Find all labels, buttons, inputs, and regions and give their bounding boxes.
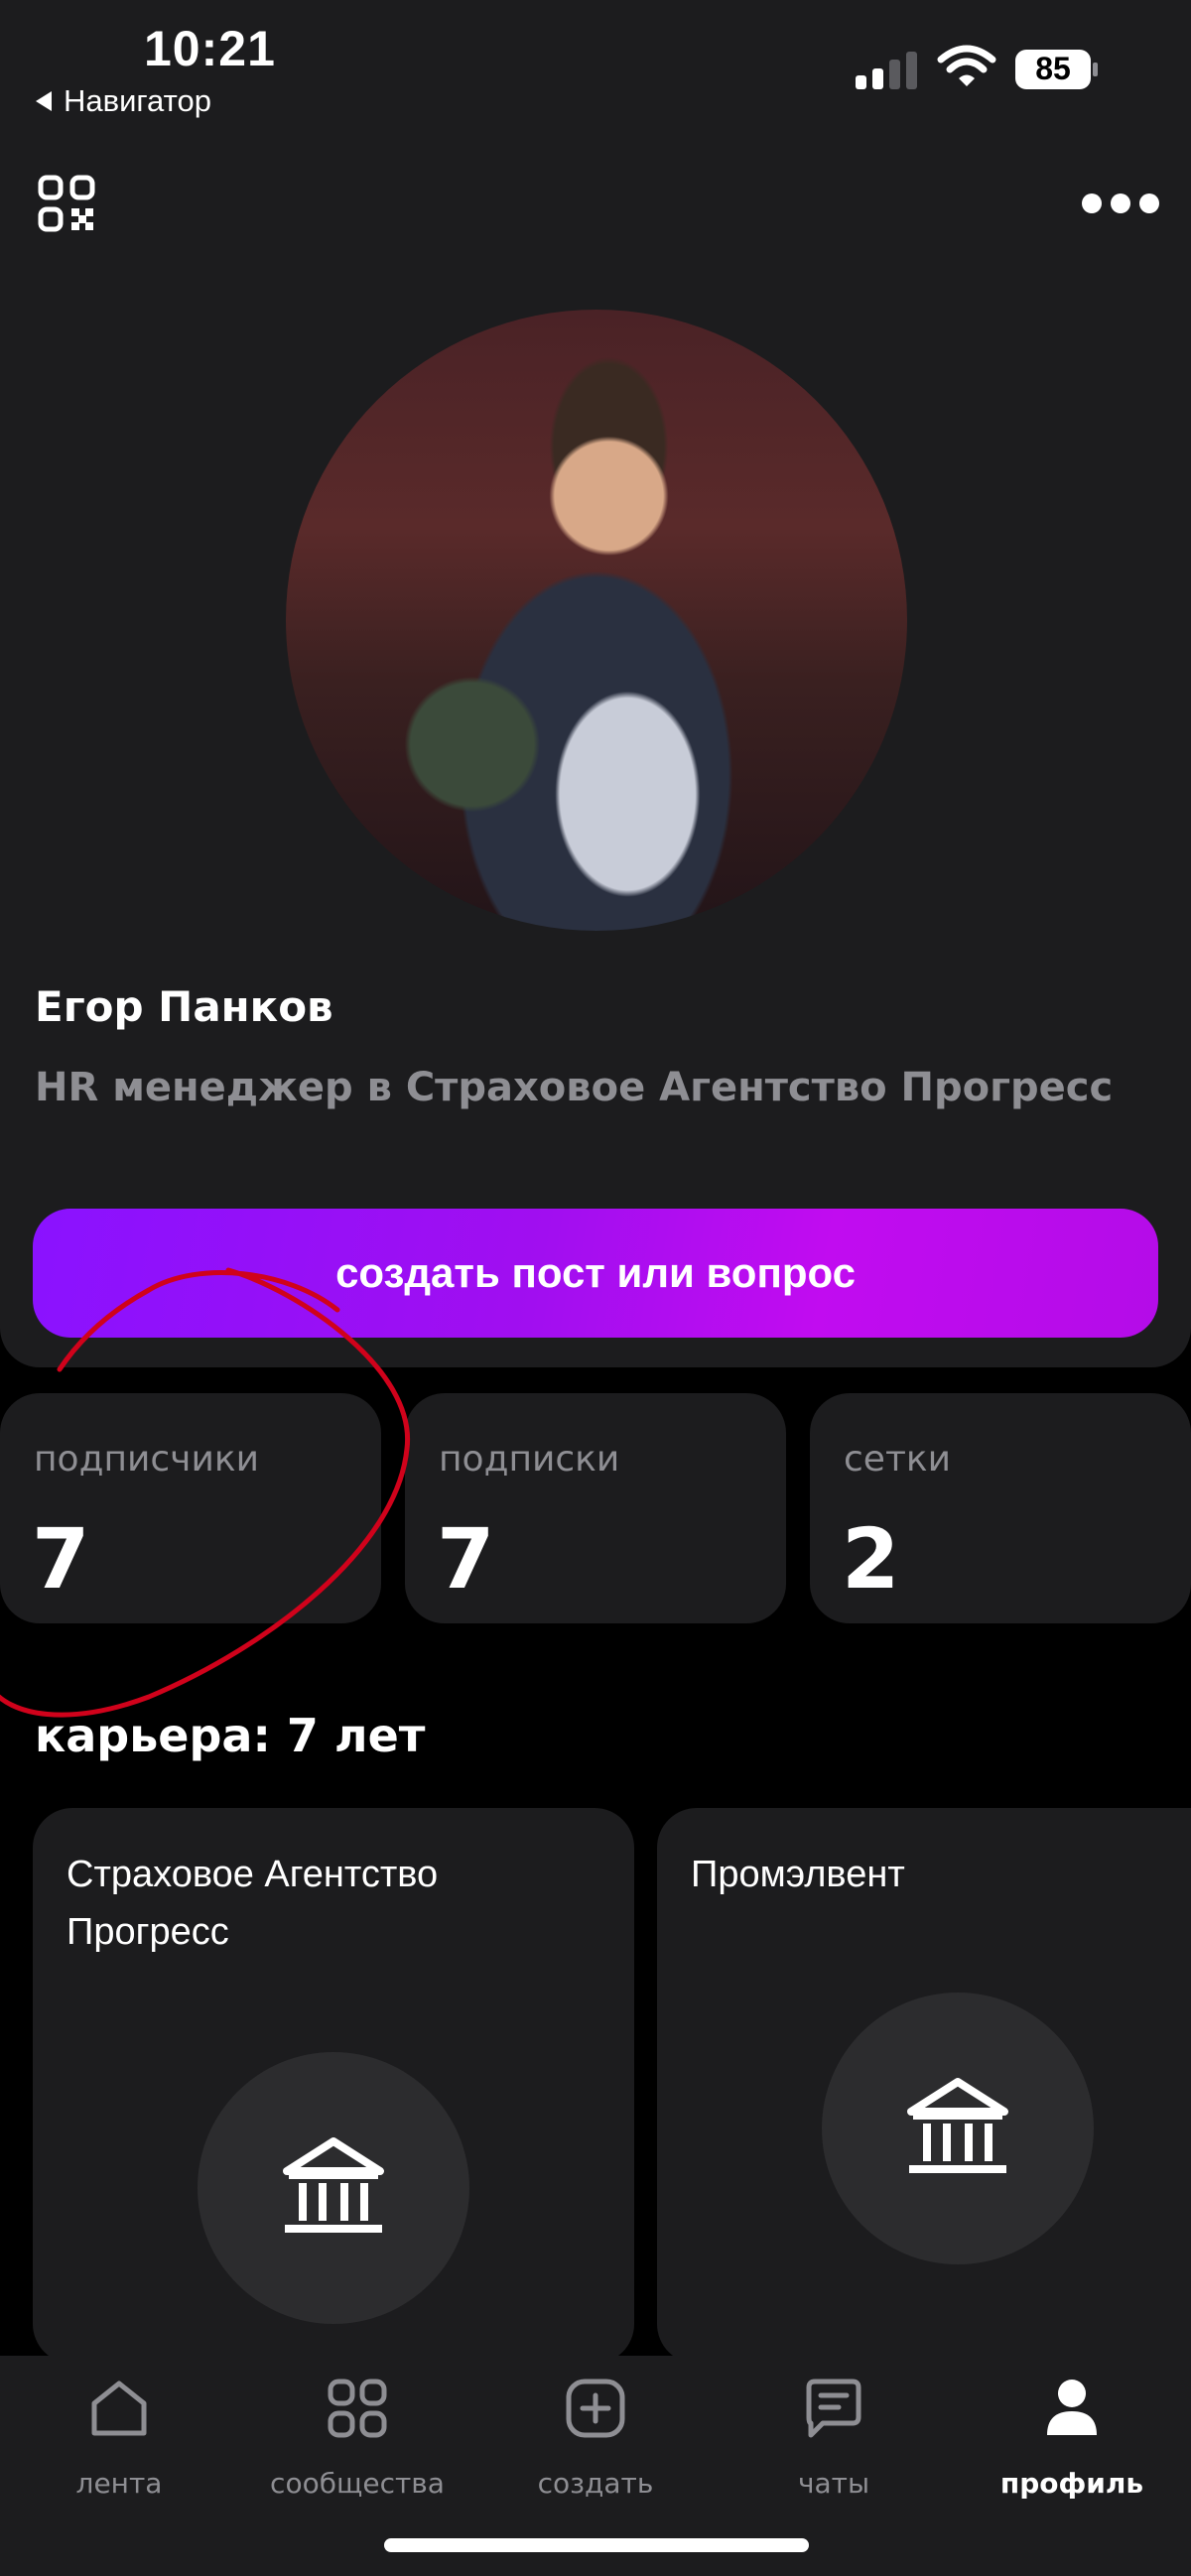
battery-icon: 85	[1014, 49, 1100, 90]
back-label: Навигатор	[64, 83, 211, 118]
wifi-icon	[937, 45, 996, 86]
status-time: 10:21	[144, 21, 276, 76]
career-title: карьера: 7 лет	[35, 1709, 426, 1762]
home-icon	[91, 2381, 147, 2436]
nav-item-chats[interactable]: чаты	[715, 2356, 953, 2505]
nav-label: создать	[537, 2467, 654, 2500]
stat-value: 2	[842, 1510, 900, 1608]
company-card[interactable]: Страховое Агентство Прогресс	[33, 1808, 634, 2364]
stat-value: 7	[437, 1510, 495, 1608]
grid-icon	[328, 2379, 387, 2438]
nav-item-create[interactable]: создать	[476, 2356, 715, 2505]
stat-label: подписки	[439, 1439, 620, 1480]
plus-square-icon	[566, 2379, 625, 2438]
stat-label: сетки	[844, 1439, 952, 1480]
user-position: HR менеджер в Страховое Агентство Прогре…	[35, 1065, 1114, 1110]
company-name: Страховое Агентство Прогресс	[66, 1854, 439, 1953]
bank-icon	[907, 2078, 1008, 2173]
nav-label: лента	[75, 2467, 163, 2500]
person-icon	[1047, 2380, 1097, 2435]
avatar[interactable]	[286, 310, 907, 931]
home-indicator[interactable]	[384, 2538, 809, 2552]
battery-level: 85	[1035, 51, 1071, 86]
qr-code-icon[interactable]	[38, 175, 95, 232]
more-options-icon[interactable]	[1082, 189, 1159, 218]
chat-icon	[806, 2379, 861, 2438]
nav-item-feed[interactable]: лента	[0, 2356, 238, 2505]
networks-stat[interactable]: сетки 2	[810, 1393, 1191, 1623]
stat-value: 7	[32, 1510, 90, 1608]
nav-item-profile[interactable]: профиль	[953, 2356, 1191, 2505]
cellular-signal-icon	[856, 50, 917, 89]
create-post-button[interactable]: создать пост или вопрос	[33, 1209, 1158, 1338]
company-name: Промэлвент	[691, 1854, 905, 1895]
followers-stat[interactable]: подписчики 7	[0, 1393, 381, 1623]
nav-label: профиль	[999, 2467, 1144, 2500]
user-name: Егор Панков	[35, 982, 333, 1031]
bank-icon	[283, 2137, 384, 2233]
nav-label: сообщества	[270, 2467, 445, 2500]
back-arrow-icon	[36, 91, 52, 111]
back-to-navigator-link[interactable]: Навигатор	[36, 83, 211, 119]
stat-label: подписчики	[34, 1439, 259, 1480]
nav-label: чаты	[797, 2467, 870, 2500]
following-stat[interactable]: подписки 7	[405, 1393, 786, 1623]
company-card[interactable]: Промэлвент	[657, 1808, 1191, 2364]
nav-item-communities[interactable]: сообщества	[238, 2356, 476, 2505]
